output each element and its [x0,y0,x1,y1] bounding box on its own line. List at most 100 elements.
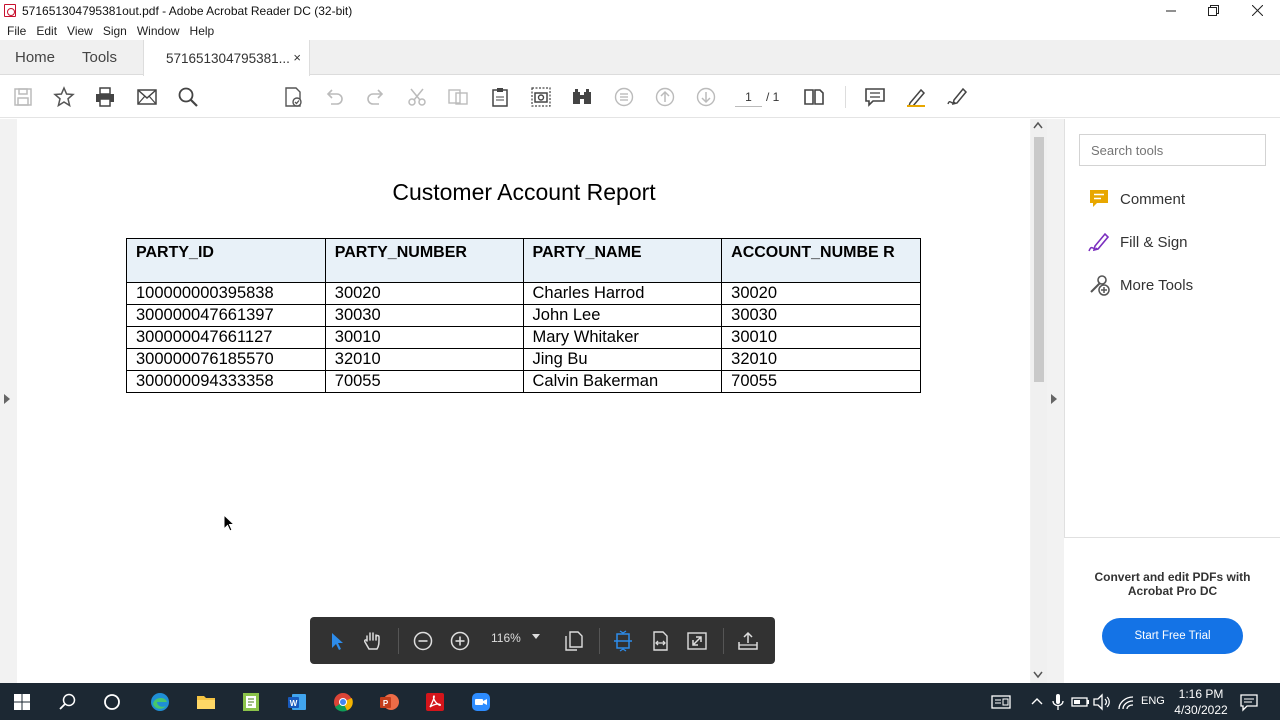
snapshot-icon[interactable] [529,85,553,109]
select-cursor-icon[interactable] [324,629,348,653]
table-cell: Charles Harrod [522,282,723,305]
menu-file[interactable]: File [7,24,26,38]
wifi-icon[interactable] [1113,689,1139,715]
scroll-down-icon[interactable] [1033,671,1043,681]
tool-label: Fill & Sign [1120,233,1188,251]
scroll-up-icon[interactable] [1033,121,1043,131]
table-cell: John Lee [522,304,723,327]
email-icon[interactable] [135,85,159,109]
tab-tools[interactable]: Tools [82,40,117,75]
table-cell: 30010 [721,326,921,349]
zoom-in-icon[interactable] [448,629,472,653]
sign-pen-icon[interactable] [945,85,969,109]
news-widget-icon[interactable] [988,689,1014,715]
table-cell: 300000076185570 [126,348,326,371]
table-row: 300000094333358 70055 Calvin Bakerman 70… [126,370,921,393]
undo-icon[interactable] [322,85,346,109]
zoom-dropdown-icon[interactable] [532,634,540,639]
previous-page-icon[interactable] [653,85,677,109]
file-explorer-icon[interactable] [193,689,219,715]
tool-more-tools[interactable]: More Tools [1088,274,1193,296]
paste-icon[interactable] [488,85,512,109]
comment-toolbar-icon[interactable] [863,85,887,109]
search-tools-input[interactable] [1079,134,1266,166]
tab-home[interactable]: Home [15,40,55,75]
fit-width-icon[interactable] [648,629,672,653]
minimize-button[interactable] [1149,0,1193,21]
right-panel-collapse-icon[interactable] [1051,394,1057,407]
svg-text:P: P [383,699,389,708]
table-cell: Mary Whitaker [522,326,723,349]
share-upload-icon[interactable] [736,629,760,653]
table-header-row: PARTY_ID PARTY_NUMBER PARTY_NAME ACCOUNT… [126,238,921,283]
full-screen-icon[interactable] [685,629,709,653]
search-icon[interactable] [55,689,81,715]
notepad-plus-icon[interactable] [238,689,264,715]
restore-button[interactable] [1191,0,1235,21]
menu-bar: File Edit View Sign Window Help [0,21,1280,40]
main-toolbar [0,76,1280,118]
toolbar-divider [723,628,724,654]
print-icon[interactable] [93,85,117,109]
copy-icon[interactable] [446,85,470,109]
table-row: 100000000395838 30020 Charles Harrod 300… [126,282,921,305]
menu-help[interactable]: Help [190,24,215,38]
volume-icon[interactable] [1089,689,1115,715]
table-cell: 32010 [721,348,921,371]
windows-taskbar: W P [0,683,1280,720]
hand-tool-icon[interactable] [360,629,384,653]
page-number-input[interactable]: 1 [735,87,762,107]
compare-icon[interactable] [570,85,594,109]
powerpoint-icon[interactable]: P [376,689,402,715]
column-header: PARTY_ID [126,238,326,283]
tool-fill-sign[interactable]: Fill & Sign [1088,231,1188,253]
redo-icon[interactable] [364,85,388,109]
document-settings-icon[interactable] [281,85,305,109]
fit-page-icon[interactable] [611,629,635,653]
highlight-pen-icon[interactable] [904,85,928,109]
zoom-level[interactable]: 116% [491,631,521,645]
table-cell: 30030 [721,304,921,327]
toolbar-divider [845,86,846,108]
column-header: PARTY_NAME [522,238,723,283]
page-display-icon[interactable] [802,85,826,109]
vertical-scrollbar[interactable] [1031,119,1047,683]
table-cell: 30030 [324,304,524,327]
menu-sign[interactable]: Sign [103,24,127,38]
acrobat-reader-taskbar-icon[interactable] [422,689,448,715]
previous-view-icon[interactable] [612,85,636,109]
start-free-trial-button[interactable]: Start Free Trial [1102,618,1243,654]
table-row: 300000047661127 30010 Mary Whitaker 3001… [126,326,921,349]
table-cell: 32010 [324,348,524,371]
word-icon[interactable]: W [284,689,310,715]
find-icon[interactable] [176,85,200,109]
tool-comment[interactable]: Comment [1088,188,1185,210]
left-panel-expand-icon[interactable] [4,394,10,407]
menu-view[interactable]: View [67,24,93,38]
taskbar-clock[interactable]: 1:16 PM 4/30/2022 [1170,686,1232,718]
close-window-button[interactable] [1235,0,1279,21]
zoom-app-icon[interactable] [468,689,494,715]
menu-edit[interactable]: Edit [36,24,57,38]
bookmark-star-icon[interactable] [52,85,76,109]
page-thumbnails-icon[interactable] [562,629,586,653]
chrome-icon[interactable] [330,689,356,715]
edge-browser-icon[interactable] [147,689,173,715]
table-cell: 70055 [721,370,921,393]
save-icon[interactable] [11,85,35,109]
notifications-icon[interactable] [1236,689,1262,715]
input-language[interactable]: ENG [1141,695,1165,707]
toolbar-divider [398,628,399,654]
close-tab-icon[interactable]: × [293,50,301,65]
page-total-label: / 1 [766,90,780,104]
menu-window[interactable]: Window [137,24,180,38]
window-title: 571651304795381out.pdf - Adobe Acrobat R… [22,3,353,18]
more-tools-icon [1090,275,1110,296]
tab-document[interactable]: 571651304795381... × [143,40,310,76]
zoom-out-icon[interactable] [411,629,435,653]
cortana-icon[interactable] [99,689,125,715]
start-windows-icon[interactable] [9,689,35,715]
cut-icon[interactable] [405,85,429,109]
next-page-icon[interactable] [694,85,718,109]
scrollbar-thumb[interactable] [1034,137,1044,382]
